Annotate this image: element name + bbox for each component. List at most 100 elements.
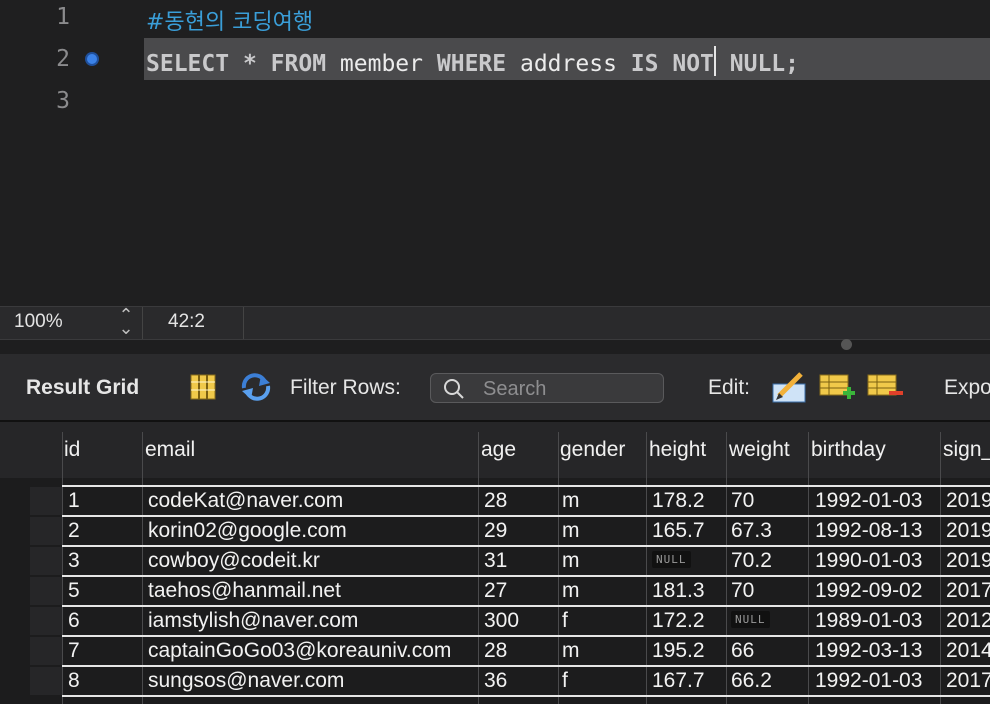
cell-age[interactable]: 36	[484, 669, 507, 693]
refresh-icon[interactable]	[239, 372, 273, 402]
grid-columns-icon[interactable]	[190, 374, 216, 400]
kw-not: NOT	[672, 51, 714, 77]
cell-sign[interactable]: 2019	[946, 549, 990, 573]
cell-height[interactable]: 195.2	[652, 639, 705, 663]
cell-height[interactable]: 181.3	[652, 579, 705, 603]
cell-sign[interactable]: 2017	[946, 669, 990, 693]
column-header-weight[interactable]: weight	[729, 438, 790, 462]
cell-age[interactable]: 28	[484, 639, 507, 663]
table-row[interactable]: 2 korin02@google.com 29 m 165.7 67.3 1992-08-1…	[0, 516, 990, 546]
cell-age[interactable]: 28	[484, 489, 507, 513]
cell-height[interactable]: 172.2	[652, 609, 705, 633]
export-button[interactable]: Expo	[944, 376, 990, 400]
result-toolbar: Result Grid Filter Rows: Edit:	[0, 354, 990, 422]
line-number: 1	[56, 4, 70, 30]
cell-birthday[interactable]: 1992-01-03	[815, 669, 922, 693]
cell-weight[interactable]: 67.3	[731, 519, 772, 543]
cell-height[interactable]: 178.2	[652, 489, 705, 513]
kw-is: IS	[630, 51, 659, 77]
column-header-id[interactable]: id	[64, 438, 80, 462]
cell-email[interactable]: cowboy@codeit.kr	[148, 549, 320, 573]
result-grid-tab[interactable]: Result Grid	[26, 376, 139, 400]
cell-email[interactable]: sungsos@naver.com	[148, 669, 344, 693]
cursor-position: 42:2	[168, 311, 205, 332]
cell-weight[interactable]: 70	[731, 489, 754, 513]
statement-marker-icon[interactable]	[87, 54, 97, 64]
cell-id[interactable]: 3	[68, 549, 80, 573]
cell-age[interactable]: 300	[484, 609, 519, 633]
column-name: address	[519, 51, 617, 77]
zoom-stepper-icon[interactable]: ⌃ ⌄	[117, 306, 135, 337]
cell-height[interactable]: 167.7	[652, 669, 705, 693]
edit-pencil-icon[interactable]	[771, 370, 807, 404]
cell-weight[interactable]: 66.2	[731, 669, 772, 693]
sql-editor[interactable]: 1 2 3 #동현의 코딩여행 SELECT * FROM member WHE…	[0, 0, 990, 306]
kw-from: FROM	[270, 51, 327, 77]
cell-id[interactable]: 7	[68, 639, 80, 663]
cell-email[interactable]: iamstylish@naver.com	[148, 609, 358, 633]
cell-sign[interactable]: 2019	[946, 519, 990, 543]
cell-age[interactable]: 29	[484, 519, 507, 543]
filter-search-box[interactable]	[430, 373, 664, 403]
result-grid[interactable]: id email age gender height weight birthd…	[0, 422, 990, 704]
cell-id[interactable]: 1	[68, 489, 80, 513]
zoom-level[interactable]: 100%	[14, 311, 63, 333]
editor-status-bar: 100% ⌃ ⌄ 42:2	[0, 306, 990, 340]
cell-id[interactable]: 2	[68, 519, 80, 543]
cell-weight[interactable]: 66	[731, 639, 754, 663]
column-header-age[interactable]: age	[481, 438, 516, 462]
null-badge: NULL	[652, 551, 691, 568]
column-header-email[interactable]: email	[145, 438, 195, 462]
cell-age[interactable]: 31	[484, 549, 507, 573]
table-row[interactable]: 6 iamstylish@naver.com 300 f 172.2 NULL 1989-0…	[0, 606, 990, 636]
line-number: 2	[56, 46, 70, 72]
kw-select: SELECT	[146, 51, 230, 77]
cell-weight[interactable]: 70.2	[731, 549, 772, 573]
table-row[interactable]: 8 sungsos@naver.com 36 f 167.7 66.2 1992-01-03…	[0, 666, 990, 696]
delete-row-icon[interactable]	[867, 374, 905, 402]
cell-birthday[interactable]: 1989-01-03	[815, 609, 922, 633]
cell-gender[interactable]: f	[562, 669, 568, 693]
cell-height[interactable]: 165.7	[652, 519, 705, 543]
cell-gender[interactable]: m	[562, 639, 580, 663]
cell-birthday[interactable]: 1992-03-13	[815, 639, 922, 663]
cell-id[interactable]: 6	[68, 609, 80, 633]
search-icon	[444, 379, 464, 399]
column-header-height[interactable]: height	[649, 438, 706, 462]
table-row[interactable]: 7 captainGoGo03@koreauniv.com 28 m 195.2 66 19…	[0, 636, 990, 666]
code-comment: #동현의 코딩여행	[146, 10, 314, 35]
cell-sign[interactable]: 2019	[946, 489, 990, 513]
cell-weight[interactable]: NULL	[731, 609, 770, 633]
table-row[interactable]: 1 codeKat@naver.com 28 m 178.2 70 1992-01-03 20…	[0, 486, 990, 516]
add-row-icon[interactable]	[819, 374, 857, 402]
cell-email[interactable]: taehos@hanmail.net	[148, 579, 341, 603]
cell-birthday[interactable]: 1990-01-03	[815, 549, 922, 573]
cell-id[interactable]: 5	[68, 579, 80, 603]
cell-height[interactable]: NULL	[652, 549, 691, 573]
cell-sign[interactable]: 2014	[946, 639, 990, 663]
search-input[interactable]	[481, 376, 655, 402]
cell-email[interactable]: codeKat@naver.com	[148, 489, 343, 513]
cell-birthday[interactable]: 1992-01-03	[815, 489, 922, 513]
cell-id[interactable]: 8	[68, 669, 80, 693]
column-header-gender[interactable]: gender	[560, 438, 625, 462]
table-row[interactable]: 5 taehos@hanmail.net 27 m 181.3 70 1992-09-02 2…	[0, 576, 990, 606]
splitter-handle[interactable]	[841, 339, 852, 350]
column-header-birthday[interactable]: birthday	[811, 438, 886, 462]
cell-email[interactable]: captainGoGo03@koreauniv.com	[148, 639, 451, 663]
column-header-sign[interactable]: sign_	[943, 438, 990, 462]
table-name: member	[339, 51, 424, 77]
cell-age[interactable]: 27	[484, 579, 507, 603]
cell-gender[interactable]: m	[562, 489, 580, 513]
cell-gender[interactable]: m	[562, 579, 580, 603]
cell-birthday[interactable]: 1992-09-02	[815, 579, 922, 603]
cell-sign[interactable]: 2017	[946, 579, 990, 603]
cell-sign[interactable]: 2012	[946, 609, 990, 633]
cell-gender[interactable]: m	[562, 549, 580, 573]
cell-weight[interactable]: 70	[731, 579, 754, 603]
cell-email[interactable]: korin02@google.com	[148, 519, 347, 543]
cell-gender[interactable]: f	[562, 609, 568, 633]
cell-birthday[interactable]: 1992-08-13	[815, 519, 922, 543]
cell-gender[interactable]: m	[562, 519, 580, 543]
table-row[interactable]: 3 cowboy@codeit.kr 31 m NULL 70.2 1990-01-03 20…	[0, 546, 990, 576]
